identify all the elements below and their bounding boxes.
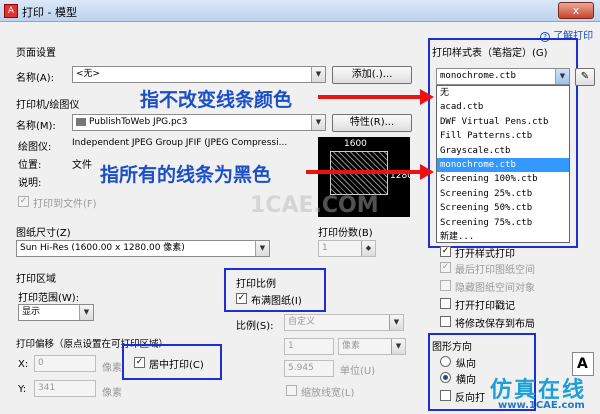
page-setup-name-combo[interactable]: <无> ▼ [72, 66, 326, 83]
portrait-label: 纵向 [456, 359, 476, 370]
landscape-radio[interactable] [440, 372, 451, 383]
scale-value1-input[interactable]: 1 [284, 338, 334, 355]
plot-stamp-checkbox[interactable] [440, 298, 451, 309]
copies-spinner[interactable]: 1 ◆ [318, 240, 376, 257]
list-item[interactable]: Grayscale.ctb [437, 144, 569, 158]
add-page-setup-button[interactable]: 添加(.)... [332, 66, 412, 84]
arrow-line-top [318, 95, 422, 99]
edit-plot-style-button[interactable]: ✎ [575, 68, 595, 86]
title-bar: A 打印 - 模型 x [0, 0, 600, 22]
list-item[interactable]: Screening 25%.ctb [437, 187, 569, 201]
list-item[interactable]: 新建... [437, 230, 569, 244]
last-paperspace-label: 最后打印图纸空间 [455, 265, 535, 276]
plot-range-combo[interactable]: 显示 ▼ [18, 304, 94, 321]
offset-x-unit: 像素 [102, 363, 122, 374]
scale-unit1-combo[interactable]: 像素 ▼ [338, 338, 406, 355]
list-item[interactable]: Screening 50%.ctb [437, 201, 569, 215]
page-setup-section-label: 页面设置 [16, 48, 56, 59]
offset-x-input[interactable]: 0 [34, 355, 96, 372]
list-item[interactable]: acad.ctb [437, 100, 569, 114]
list-item-selected[interactable]: monochrome.ctb [437, 157, 569, 173]
chevron-down-icon: ▼ [311, 115, 325, 130]
location-value: 文件 [72, 160, 92, 171]
annotation-no-color-change: 指不改变线条颜色 [140, 89, 293, 111]
chevron-down-icon: ▼ [389, 315, 403, 330]
arrow-right-icon [420, 164, 434, 180]
window-title: 打印 - 模型 [22, 6, 77, 19]
list-item[interactable]: Screening 75%.ctb [437, 216, 569, 230]
page-setup-name-label: 名称(A): [16, 73, 55, 84]
chevron-down-icon: ▼ [391, 339, 405, 354]
edit-icon: ✎ [580, 71, 590, 82]
printer-section-label: 打印机/绘图仪 [16, 100, 80, 111]
orientation-section-label: 图形方向 [432, 342, 472, 353]
plot-with-styles-label: 打开样式打印 [455, 249, 515, 260]
scale-unit2-label: 单位(U) [340, 366, 376, 377]
description-label: 说明: [18, 178, 42, 189]
plotter-icon [76, 117, 86, 126]
upside-down-label: 反向打 [455, 393, 485, 404]
landscape-label: 横向 [456, 375, 476, 386]
printer-name-combo[interactable]: PublishToWeb JPG.pc3 ▼ [72, 114, 326, 131]
upside-down-checkbox[interactable] [440, 390, 451, 401]
fit-to-paper-checkbox[interactable]: ✓ [236, 293, 247, 304]
watermark-text: 1CAE.COM [250, 193, 379, 218]
plot-stamp-label: 打开打印戳记 [455, 301, 515, 312]
chevron-down-icon: ▼ [79, 305, 93, 320]
brand-url: www.1CAE.com [498, 400, 585, 411]
paper-size-combo[interactable]: Sun Hi-Res (1600.00 x 1280.00 像素) ▼ [16, 240, 270, 257]
scale-lineweights-label: 缩放线宽(L) [301, 388, 355, 399]
close-button[interactable]: x [558, 2, 594, 19]
plotter-label: 绘图仪: [18, 142, 52, 153]
offset-y-label: Y: [18, 384, 27, 395]
offset-y-input[interactable]: 341 [34, 380, 96, 397]
scale-label: 比例(S): [236, 321, 274, 332]
center-plot-checkbox[interactable]: ✓ [134, 357, 145, 368]
plot-style-dropdown-list[interactable]: 无 acad.ctb DWF Virtual Pens.ctb Fill Pat… [436, 85, 570, 243]
list-item[interactable]: DWF Virtual Pens.ctb [437, 115, 569, 129]
scale-lineweights-checkbox[interactable] [286, 385, 297, 396]
list-item[interactable]: 无 [437, 86, 569, 100]
print-to-file-label: 打印到文件(F) [33, 199, 97, 210]
plot-style-combo[interactable]: monochrome.ctb ▼ [436, 68, 570, 85]
arrow-right-icon [420, 89, 434, 105]
fit-to-paper-label: 布满图纸(I) [251, 296, 302, 307]
autocad-icon: A [4, 4, 18, 18]
plot-range-label: 打印范围(W): [18, 293, 80, 304]
center-plot-label: 居中打印(C) [149, 360, 204, 371]
preview-width: 1600 [344, 139, 367, 149]
plot-area-section-label: 打印区域 [16, 274, 56, 285]
offset-y-unit: 像素 [102, 388, 122, 399]
annotation-all-black: 指所有的线条为黑色 [100, 164, 272, 186]
scale-value2-input[interactable]: 5.945 [284, 360, 334, 377]
list-item[interactable]: Screening 100%.ctb [437, 172, 569, 186]
chevron-down-icon: ▼ [255, 241, 269, 256]
plot-scale-section-label: 打印比例 [236, 279, 276, 290]
printer-name-label: 名称(M): [16, 121, 56, 132]
scale-combo[interactable]: 自定义 ▼ [284, 314, 404, 331]
plot-with-styles-checkbox[interactable]: ✓ [440, 246, 451, 257]
arrow-line-bottom [306, 170, 422, 174]
print-to-file-checkbox[interactable]: ✓ [18, 196, 29, 207]
save-to-layout-label: 将修改保存到布局 [455, 319, 535, 330]
copies-label: 打印份数(B) [318, 228, 373, 239]
offset-x-label: X: [18, 359, 29, 370]
paper-size-section-label: 图纸尺寸(Z) [16, 228, 71, 239]
plot-style-section-label: 打印样式表（笔指定）(G) [432, 48, 548, 59]
last-paperspace-checkbox[interactable]: ✓ [440, 262, 451, 273]
list-item[interactable]: Fill Patterns.ctb [437, 129, 569, 143]
portrait-radio[interactable] [440, 356, 451, 367]
printer-properties-button[interactable]: 特性(R)... [332, 114, 412, 132]
chevron-down-icon: ▼ [555, 69, 569, 84]
location-label: 位置: [18, 160, 42, 171]
chevron-down-icon: ▼ [311, 67, 325, 82]
hide-paperspace-label: 隐藏图纸空间对象 [455, 283, 535, 294]
plotter-value: Independent JPEG Group JFIF (JPEG Compre… [72, 138, 288, 148]
save-to-layout-checkbox[interactable] [440, 316, 451, 327]
hide-paperspace-checkbox[interactable] [440, 280, 451, 291]
spinner-icon: ◆ [361, 241, 375, 256]
